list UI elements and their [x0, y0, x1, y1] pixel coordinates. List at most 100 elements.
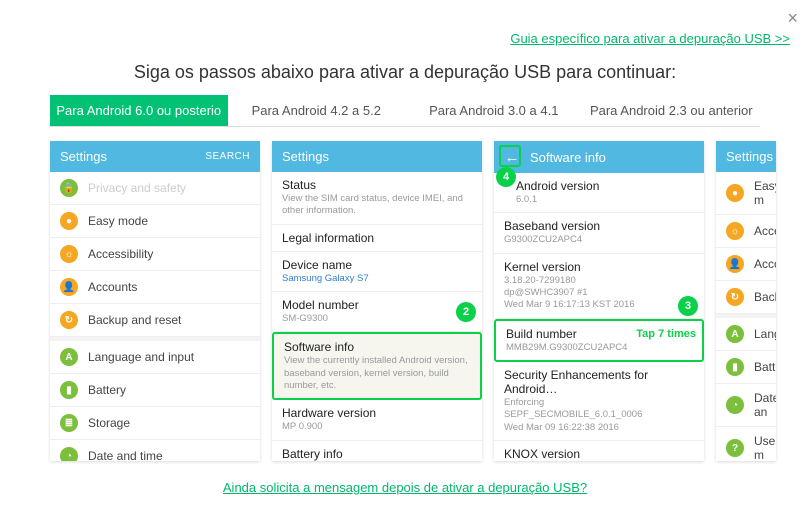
row-build-number[interactable]: Build number MMB29M.G9300ZCU2APC4 Tap 7 …: [494, 319, 704, 362]
row-bn-sub: MMB29M.G9300ZCU2APC4: [506, 342, 692, 354]
row-model-title: Model number: [282, 298, 472, 312]
row-hardware[interactable]: Hardware versionMP 0.900: [272, 400, 482, 440]
row-se-sub: Enforcing SEPF_SECMOBILE_6.0.1_0006 Wed …: [504, 397, 694, 434]
row4-lang[interactable]: A Langua: [716, 318, 776, 351]
still-prompt-link[interactable]: Ainda solicita a mensagem depois de ativ…: [223, 480, 587, 495]
row-battery[interactable]: ▮ Battery: [50, 374, 260, 407]
row-accounts-label: Accounts: [88, 280, 137, 294]
row-av-title: Android version: [516, 179, 694, 193]
pane-settings-main: Settings SEARCH 🔒Privacy and safety ● Eas…: [50, 141, 260, 461]
easy-icon: ●: [60, 212, 78, 230]
row-battery-info[interactable]: Battery infoView your device's battery s…: [272, 441, 482, 461]
battery-icon: ▮: [726, 358, 744, 376]
row-backup[interactable]: ↻ Backup and reset: [50, 304, 260, 337]
row-hw-title: Hardware version: [282, 406, 472, 420]
row-kx-title: KNOX version: [504, 447, 694, 461]
accessibility-icon: ☼: [60, 245, 78, 263]
row-status-title: Status: [282, 178, 472, 192]
pane2-title: Settings: [282, 149, 329, 164]
row-backup-label: Backup and reset: [88, 313, 181, 327]
row-software-info[interactable]: Software infoView the currently installe…: [272, 332, 482, 400]
row-accessibility[interactable]: ☼ Accessibility: [50, 238, 260, 271]
accessibility-icon: ☼: [726, 222, 744, 240]
pane1-title: Settings: [60, 149, 107, 164]
pane3-header: ← Software info 4: [494, 141, 704, 173]
row4-accounts[interactable]: 👤 Accoun: [716, 248, 776, 281]
row-storage[interactable]: ≣Storage: [50, 407, 260, 440]
easy-icon: ●: [726, 184, 744, 202]
row4-accounts-label: Accoun: [754, 257, 776, 271]
row4-date[interactable]: ◔Date an: [716, 384, 776, 427]
row-privacy-label: Privacy and safety: [88, 181, 186, 195]
row-av-sub: 6.0.1: [516, 194, 694, 206]
row-model[interactable]: Model number SM-G9300 2: [272, 292, 482, 332]
guide-panes: Settings SEARCH 🔒Privacy and safety ● Eas…: [0, 127, 810, 469]
language-icon: A: [726, 325, 744, 343]
row4-access[interactable]: ☼ Access: [716, 215, 776, 248]
row-language[interactable]: A Language and input: [50, 341, 260, 374]
row-date-time[interactable]: ◔ Date and time: [50, 440, 260, 461]
language-icon: A: [60, 348, 78, 366]
storage-icon: ≣: [60, 414, 78, 432]
row-language-label: Language and input: [88, 350, 194, 364]
pane-software-info: ← Software info 4 Android version6.0.1 B…: [494, 141, 704, 461]
close-icon[interactable]: ×: [787, 8, 798, 29]
row-privacy[interactable]: 🔒Privacy and safety: [50, 172, 260, 205]
tab-android-3[interactable]: Para Android 3.0 a 4.1: [405, 95, 583, 126]
row4-access-label: Access: [754, 224, 776, 238]
pane-settings-dev: Settings ● Easy m ☼ Access 👤 Accoun ↻Backup…: [716, 141, 776, 461]
bottom-link-container: Ainda solicita a mensagem depois de ativ…: [0, 469, 810, 507]
backup-icon: ↻: [726, 288, 744, 306]
row-easy-mode[interactable]: ● Easy mode: [50, 205, 260, 238]
clock-icon: ◔: [60, 447, 78, 461]
row-kr-title: Kernel version: [504, 260, 694, 274]
guide-link[interactable]: Guia específico para ativar a depuração …: [510, 31, 790, 46]
row4-battery-label: Battery: [754, 360, 776, 374]
row-model-sub: SM-G9300: [282, 313, 472, 325]
row-kernel[interactable]: Kernel version 3.18.20-7299180 dp@SWHC39…: [494, 254, 704, 319]
row-se-title: Security Enhancements for Android…: [504, 368, 694, 396]
row-devname-title: Device name: [282, 258, 472, 272]
guide-link-container: Guia específico para ativar a depuração …: [0, 0, 810, 54]
accounts-icon: 👤: [726, 255, 744, 273]
clock-icon: ◔: [726, 396, 744, 414]
row-devname-sub: Samsung Galaxy S7: [282, 273, 472, 285]
row-accessibility-label: Accessibility: [88, 247, 153, 261]
row-sw-title: Software info: [284, 340, 470, 354]
tab-android-4-2[interactable]: Para Android 4.2 a 5.2: [228, 95, 406, 126]
pane4-header: Settings: [716, 141, 776, 172]
row-easy-label: Easy mode: [88, 214, 148, 228]
row-status-sub: View the SIM card status, device IMEI, a…: [282, 193, 472, 218]
battery-icon: ▮: [60, 381, 78, 399]
row-bb-title: Baseband version: [504, 219, 694, 233]
row-date-label: Date and time: [88, 449, 163, 461]
accounts-icon: 👤: [60, 278, 78, 296]
tab-android-2-3[interactable]: Para Android 2.3 ou anterior: [583, 95, 761, 126]
tab-android-6[interactable]: Para Android 6.0 ou posterio: [50, 95, 228, 126]
row-baseband[interactable]: Baseband versionG9300ZCU2APC4: [494, 213, 704, 253]
row4-easy-label: Easy m: [754, 179, 776, 207]
row4-easy[interactable]: ● Easy m: [716, 172, 776, 215]
row-sw-sub: View the currently installed Android ver…: [284, 355, 470, 392]
row-legal[interactable]: Legal information: [272, 225, 482, 252]
row-status[interactable]: StatusView the SIM card status, device I…: [272, 172, 482, 225]
row-device-name[interactable]: Device nameSamsung Galaxy S7: [272, 252, 482, 292]
row4-backup[interactable]: ↻Backup: [716, 281, 776, 314]
step-bubble-4: 4: [496, 167, 516, 187]
back-icon[interactable]: ←: [504, 149, 520, 165]
row4-battery[interactable]: ▮ Battery: [716, 351, 776, 384]
row-knox[interactable]: KNOX versionKNOX 2.6 Standard SDK 5.6.0 …: [494, 441, 704, 461]
row-security[interactable]: Security Enhancements for Android…Enforc…: [494, 362, 704, 441]
row4-lang-label: Langua: [754, 327, 776, 341]
pane3-title: Software info: [530, 150, 606, 165]
pane1-search[interactable]: SEARCH: [205, 151, 250, 162]
row-android-version[interactable]: Android version6.0.1: [494, 173, 704, 213]
manual-icon: ?: [726, 439, 744, 457]
row-battery-label: Battery: [88, 383, 126, 397]
row-accounts[interactable]: 👤 Accounts: [50, 271, 260, 304]
row4-manual[interactable]: ?User m: [716, 427, 776, 461]
backup-icon: ↻: [60, 311, 78, 329]
row-bat-title: Battery info: [282, 447, 472, 461]
step-bubble-2: 2: [456, 302, 476, 322]
row-hw-sub: MP 0.900: [282, 421, 472, 433]
